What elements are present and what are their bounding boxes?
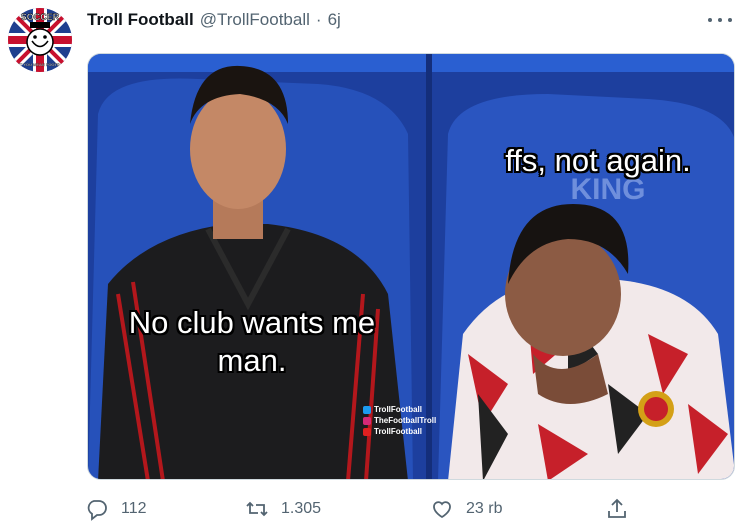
tweet-actions: 112 1.305 23 rb — [85, 497, 645, 525]
share-button[interactable] — [605, 497, 629, 521]
meme-caption-right: ffs, not again. — [505, 143, 691, 178]
watermark-twitter: TrollFootball — [374, 405, 422, 414]
twitter-icon — [363, 405, 371, 414]
watermark-instagram: TheFootballTroll — [374, 416, 437, 425]
share-icon — [608, 498, 626, 518]
display-name[interactable]: Troll Football — [87, 10, 194, 30]
reply-button[interactable]: 112 — [85, 497, 147, 521]
retweet-button[interactable]: 1.305 — [245, 497, 321, 521]
watermark: TrollFootball TheFootballTroll TrollFoot… — [363, 404, 436, 437]
tweet-header: Troll Football @TrollFootball · 6j — [87, 10, 341, 34]
separator: · — [315, 10, 322, 29]
retweet-icon — [246, 501, 268, 517]
avatar-top-text: SOCCER — [21, 12, 60, 22]
more-horizontal-icon[interactable] — [708, 10, 732, 30]
retweet-count: 1.305 — [281, 500, 322, 517]
instagram-icon — [363, 416, 371, 425]
tweet-media-image[interactable]: KING No club wants me man. ffs, not agai… — [87, 53, 735, 480]
like-count: 23 rb — [466, 500, 503, 517]
v-icon — [363, 427, 371, 436]
watermark-v: TrollFootball — [374, 427, 422, 436]
user-handle[interactable]: @TrollFootball — [200, 10, 310, 30]
reply-icon — [87, 500, 107, 521]
like-icon — [433, 501, 451, 519]
like-button[interactable]: 23 rb — [430, 497, 502, 521]
tweet-time[interactable]: 6j — [328, 10, 341, 30]
avatar[interactable]: SOCCER DON'T YOU MEAN FOOTBALL? — [8, 8, 72, 72]
meme-caption-left: No club wants me man. — [128, 305, 376, 378]
avatar-bottom-text: DON'T YOU MEAN FOOTBALL? — [10, 62, 71, 67]
reply-count: 112 — [121, 500, 147, 517]
